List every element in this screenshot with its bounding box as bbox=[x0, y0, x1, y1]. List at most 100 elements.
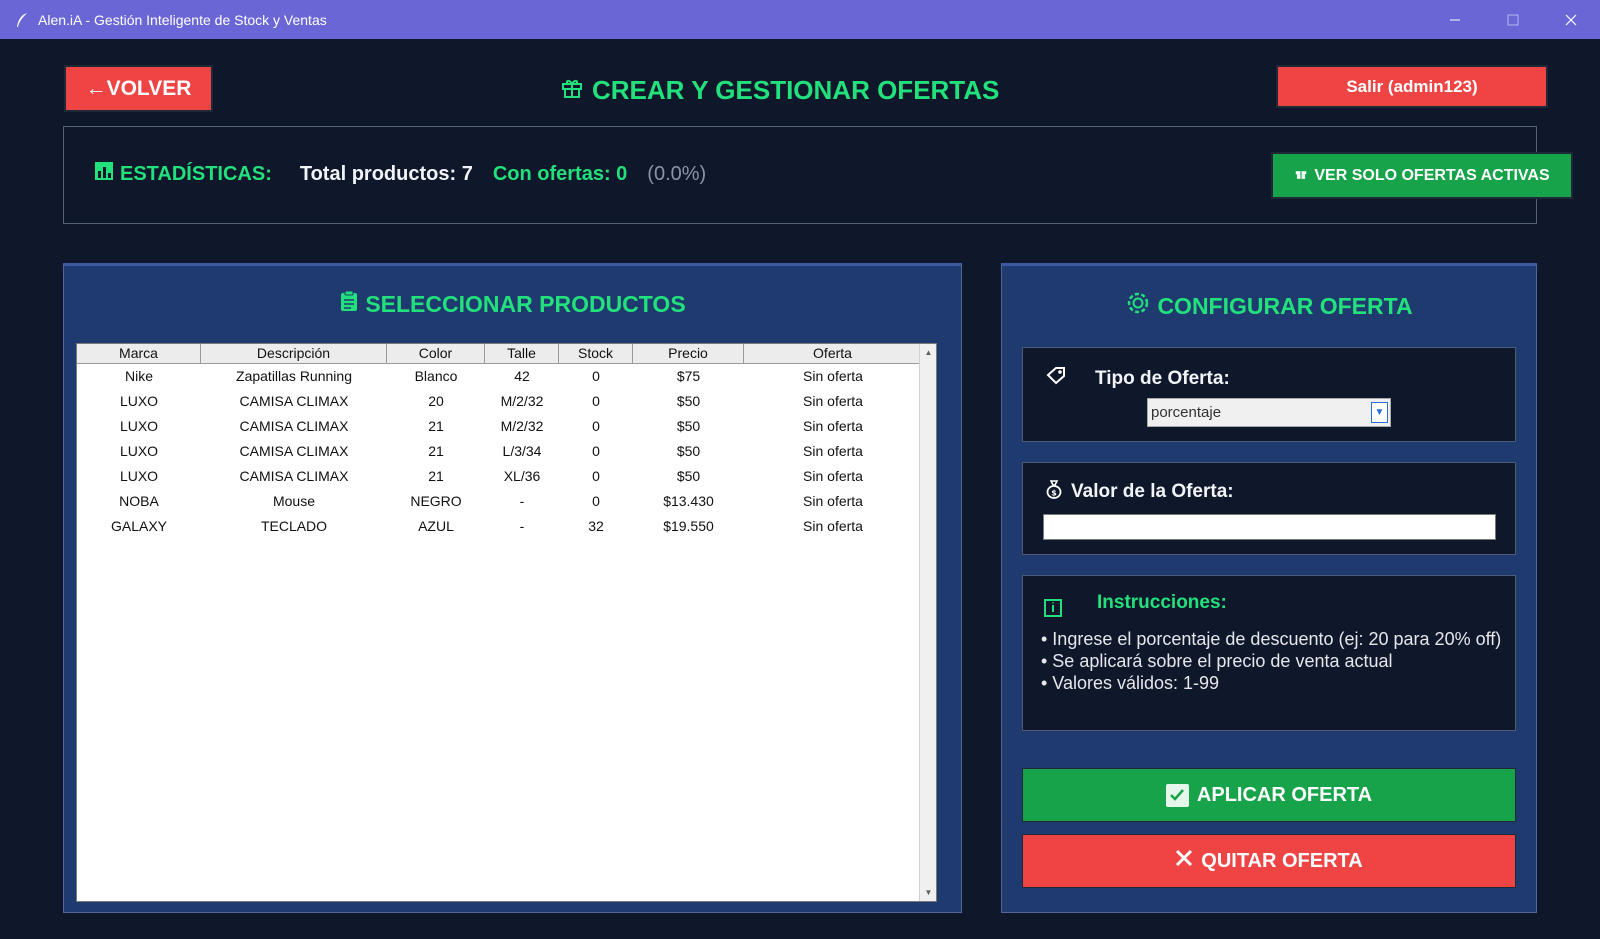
table-body: Nike Zapatillas Running Blanco 42 0 $75 … bbox=[77, 364, 936, 539]
total-products: Total productos: 7 bbox=[299, 162, 473, 185]
stats-label: ESTADÍSTICAS: bbox=[94, 161, 272, 187]
instruction-line: • Ingrese el porcentaje de descuento (ej… bbox=[1041, 629, 1502, 649]
column-header-color[interactable]: Color bbox=[387, 344, 485, 363]
offer-value-input[interactable] bbox=[1043, 514, 1496, 540]
money-bag-icon: $ bbox=[1045, 479, 1063, 505]
offer-type-box: Tipo de Oferta: porcentaje ▼ bbox=[1022, 347, 1516, 442]
apply-offer-button[interactable]: APLICAR OFERTA bbox=[1022, 768, 1516, 822]
products-panel-title-text: SELECCIONAR PRODUCTOS bbox=[365, 290, 686, 317]
cell-talle: 42 bbox=[514, 368, 530, 384]
config-panel-title-text: CONFIGURAR OFERTA bbox=[1157, 292, 1413, 319]
column-header-talle[interactable]: Talle bbox=[485, 344, 559, 363]
offer-type-label: Tipo de Oferta: bbox=[1045, 366, 1230, 392]
minimize-button[interactable] bbox=[1426, 0, 1484, 39]
apply-offer-label: APLICAR OFERTA bbox=[1196, 783, 1373, 806]
view-active-offers-button[interactable]: VER SOLO OFERTAS ACTIVAS bbox=[1271, 152, 1573, 199]
cell-talle: M/2/32 bbox=[500, 418, 544, 434]
gift-icon bbox=[1294, 166, 1308, 185]
table-row[interactable]: LUXO CAMISA CLIMAX 21 XL/36 0 $50 Sin of… bbox=[77, 464, 936, 489]
clipboard-icon bbox=[339, 290, 359, 318]
page-title: CREAR Y GESTIONAR OFERTAS bbox=[560, 70, 999, 110]
column-header-oferta[interactable]: Oferta bbox=[744, 344, 922, 363]
products-panel: SELECCIONAR PRODUCTOS Marca Descripción … bbox=[63, 263, 962, 913]
cell-stock: 0 bbox=[592, 443, 600, 459]
column-header-stock[interactable]: Stock bbox=[559, 344, 633, 363]
cell-precio: $75 bbox=[676, 368, 701, 384]
instruction-line: • Se aplicará sobre el precio de venta a… bbox=[1041, 651, 1393, 671]
offer-value-label-text: Valor de la Oferta: bbox=[1071, 481, 1234, 502]
cell-marca: LUXO bbox=[119, 443, 159, 459]
table-scrollbar[interactable]: ▲ ▼ bbox=[919, 344, 936, 901]
page-title-text: CREAR Y GESTIONAR OFERTAS bbox=[592, 74, 1000, 105]
cell-marca: NOBA bbox=[119, 493, 159, 509]
info-icon bbox=[1043, 598, 1063, 623]
config-panel: CONFIGURAR OFERTA Tipo de Oferta: porcen… bbox=[1001, 263, 1537, 913]
instructions-box: Instrucciones: • Ingrese el porcentaje d… bbox=[1022, 575, 1516, 731]
back-button[interactable]: ←VOLVER bbox=[64, 65, 213, 112]
offer-value-box: $ Valor de la Oferta: bbox=[1022, 462, 1516, 555]
remove-offer-button[interactable]: QUITAR OFERTA bbox=[1022, 834, 1516, 888]
instruction-line: • Valores válidos: 1-99 bbox=[1041, 673, 1220, 693]
cell-color: 21 bbox=[428, 443, 444, 459]
cell-precio: $50 bbox=[676, 468, 701, 484]
stats-bar: ESTADÍSTICAS: Total productos: 7 Con ofe… bbox=[63, 126, 1573, 224]
cell-talle: XL/36 bbox=[503, 468, 541, 484]
cell-descripcion: CAMISA CLIMAX bbox=[239, 443, 349, 459]
offer-type-select-value: porcentaje bbox=[1151, 404, 1222, 421]
cell-color: 21 bbox=[428, 468, 444, 484]
table-row[interactable]: NOBA Mouse NEGRO - 0 $13.430 Sin oferta bbox=[77, 489, 936, 514]
cell-color: AZUL bbox=[418, 518, 454, 534]
cell-oferta: Sin oferta bbox=[803, 468, 863, 484]
table-row[interactable]: Nike Zapatillas Running Blanco 42 0 $75 … bbox=[77, 364, 936, 389]
cell-color: 21 bbox=[428, 418, 444, 434]
cell-color: Blanco bbox=[414, 368, 458, 384]
offer-value-label: $ Valor de la Oferta: bbox=[1045, 479, 1234, 505]
offers-percent: (0.0%) bbox=[647, 162, 707, 185]
instructions-text: • Ingrese el porcentaje de descuento (ej… bbox=[1041, 628, 1506, 694]
instructions-title: Instrucciones: bbox=[1097, 592, 1227, 613]
cell-descripcion: CAMISA CLIMAX bbox=[239, 418, 349, 434]
cell-stock: 0 bbox=[592, 393, 600, 409]
close-window-button[interactable] bbox=[1542, 0, 1600, 39]
bar-chart-icon bbox=[94, 161, 114, 187]
cell-marca: LUXO bbox=[119, 393, 159, 409]
products-with-offers: Con ofertas: 0 bbox=[492, 162, 628, 185]
window-titlebar: Alen.iA - Gestión Inteligente de Stock y… bbox=[0, 0, 1600, 39]
close-icon bbox=[1175, 849, 1193, 873]
cell-precio: $50 bbox=[676, 393, 701, 409]
logout-button[interactable]: Salir (admin123) bbox=[1276, 65, 1548, 108]
cell-marca: LUXO bbox=[119, 418, 159, 434]
cell-oferta: Sin oferta bbox=[803, 418, 863, 434]
cell-talle: - bbox=[519, 518, 525, 534]
chevron-down-icon[interactable]: ▼ bbox=[1371, 402, 1388, 423]
tag-icon bbox=[1045, 366, 1067, 392]
svg-text:$: $ bbox=[1051, 489, 1057, 498]
cell-stock: 0 bbox=[592, 493, 600, 509]
cell-oferta: Sin oferta bbox=[803, 393, 863, 409]
window-title: Alen.iA - Gestión Inteligente de Stock y… bbox=[38, 11, 327, 28]
stats-label-text: ESTADÍSTICAS: bbox=[120, 162, 272, 185]
gift-icon bbox=[560, 75, 584, 106]
feather-icon bbox=[14, 12, 30, 28]
cell-descripcion: TECLADO bbox=[260, 518, 328, 534]
cell-precio: $50 bbox=[676, 418, 701, 434]
products-table[interactable]: Marca Descripción Color Talle Stock Prec… bbox=[76, 343, 937, 902]
table-row[interactable]: LUXO CAMISA CLIMAX 21 M/2/32 0 $50 Sin o… bbox=[77, 414, 936, 439]
table-row[interactable]: GALAXY TECLADO AZUL - 32 $19.550 Sin ofe… bbox=[77, 514, 936, 539]
cell-oferta: Sin oferta bbox=[803, 493, 863, 509]
scroll-up-arrow-icon[interactable]: ▲ bbox=[920, 344, 937, 361]
column-header-precio[interactable]: Precio bbox=[633, 344, 744, 363]
cell-descripcion: Zapatillas Running bbox=[236, 368, 352, 384]
cell-descripcion: Mouse bbox=[272, 493, 316, 509]
cell-marca: GALAXY bbox=[110, 518, 168, 534]
table-row[interactable]: LUXO CAMISA CLIMAX 21 L/3/34 0 $50 Sin o… bbox=[77, 439, 936, 464]
cell-talle: - bbox=[519, 493, 525, 509]
view-active-offers-label: VER SOLO OFERTAS ACTIVAS bbox=[1314, 166, 1550, 184]
offer-type-select[interactable]: porcentaje ▼ bbox=[1147, 398, 1391, 427]
column-header-descripcion[interactable]: Descripción bbox=[201, 344, 387, 363]
maximize-button[interactable] bbox=[1484, 0, 1542, 39]
remove-offer-label: QUITAR OFERTA bbox=[1201, 849, 1363, 872]
scroll-down-arrow-icon[interactable]: ▼ bbox=[920, 884, 937, 901]
column-header-marca[interactable]: Marca bbox=[77, 344, 201, 363]
table-row[interactable]: LUXO CAMISA CLIMAX 20 M/2/32 0 $50 Sin o… bbox=[77, 389, 936, 414]
